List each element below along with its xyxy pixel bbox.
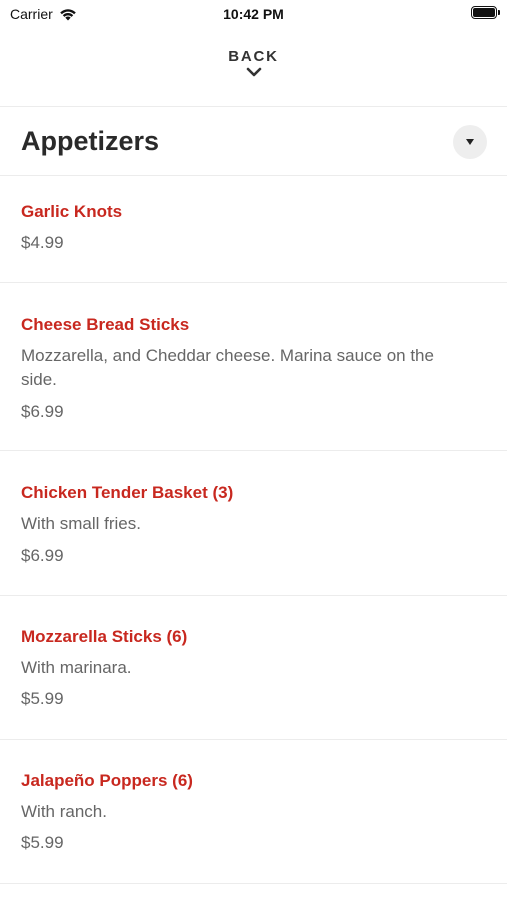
item-price: $5.99 <box>21 689 64 708</box>
item-description: With marinara. <box>21 658 132 677</box>
clock: 10:42 PM <box>223 6 284 22</box>
back-button[interactable]: BACK <box>0 48 507 92</box>
item-description: With small fries. <box>21 514 141 533</box>
item-description: With ranch. <box>21 802 107 821</box>
chevron-down-icon <box>246 67 261 77</box>
item-name: Mozzarella Sticks (6) <box>21 627 188 646</box>
item-price: $5.99 <box>21 833 64 852</box>
menu-item-mozzarella-sticks[interactable]: Mozzarella Sticks (6) With marinara. $5.… <box>0 596 507 740</box>
menu-item-jalapeno-poppers[interactable]: Jalapeño Poppers (6) With ranch. $5.99 <box>0 740 507 884</box>
menu-item-chicken-tender-basket[interactable]: Chicken Tender Basket (3) With small fri… <box>0 451 507 596</box>
battery-icon <box>471 6 500 19</box>
status-bar: Carrier 10:42 PM <box>0 0 507 28</box>
item-price: $6.99 <box>21 402 64 421</box>
item-name: Garlic Knots <box>21 202 123 221</box>
section-title: Appetizers <box>21 126 160 156</box>
divider <box>0 106 507 107</box>
item-price: $4.99 <box>21 233 64 252</box>
section-toggle-button[interactable] <box>453 125 487 159</box>
item-name: Jalapeño Poppers (6) <box>21 771 193 790</box>
item-description: Mozzarella, and Cheddar cheese. Marina s… <box>21 346 434 389</box>
menu-item-garlic-knots[interactable]: Garlic Knots $4.99 <box>0 176 507 283</box>
item-name: Cheese Bread Sticks <box>21 315 190 334</box>
item-price: $6.99 <box>21 546 64 565</box>
caret-down-icon <box>466 139 474 145</box>
section-header: Appetizers <box>0 108 507 176</box>
item-name: Chicken Tender Basket (3) <box>21 483 234 502</box>
menu-item-cheese-bread-sticks[interactable]: Cheese Bread Sticks Mozzarella, and Ched… <box>0 283 507 451</box>
back-label: BACK <box>228 48 279 65</box>
